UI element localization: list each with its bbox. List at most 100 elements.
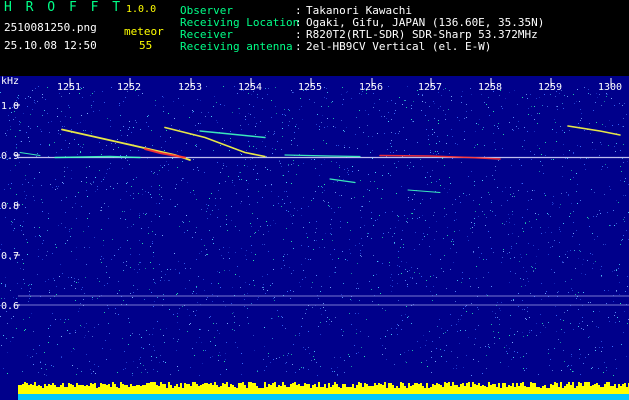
noise-speck — [148, 227, 149, 228]
noise-speck — [131, 186, 132, 187]
noise-speck — [175, 269, 176, 270]
noise-speck — [562, 262, 563, 263]
noise-speck — [237, 266, 238, 267]
noise-speck — [613, 301, 614, 302]
noise-speck — [326, 321, 327, 322]
noise-speck — [475, 338, 476, 339]
noise-speck — [128, 129, 129, 130]
noise-speck — [155, 100, 156, 101]
noise-speck — [120, 247, 121, 248]
noise-speck — [99, 281, 100, 282]
baseline-bar — [182, 388, 184, 394]
noise-speck — [6, 338, 7, 339]
noise-speck — [341, 195, 342, 196]
noise-speck — [580, 374, 581, 375]
noise-speck — [482, 211, 483, 212]
noise-speck — [76, 282, 77, 283]
noise-speck — [282, 199, 283, 200]
baseline-bar — [56, 387, 58, 394]
noise-speck — [509, 122, 510, 123]
noise-speck — [133, 224, 134, 225]
noise-speck — [534, 106, 535, 107]
noise-speck — [32, 109, 33, 110]
noise-speck — [71, 251, 72, 252]
noise-speck — [405, 269, 406, 270]
noise-speck — [581, 273, 582, 274]
noise-speck — [263, 359, 264, 360]
noise-speck — [152, 145, 153, 146]
noise-speck — [510, 271, 511, 272]
noise-speck — [366, 319, 367, 320]
noise-speck — [105, 340, 106, 341]
noise-speck — [297, 145, 298, 146]
noise-speck — [123, 369, 124, 370]
baseline-bar — [262, 388, 264, 394]
noise-speck — [592, 268, 593, 269]
noise-speck — [491, 248, 492, 249]
baseline-bar — [410, 386, 412, 394]
noise-speck — [604, 101, 605, 102]
noise-speck — [237, 165, 238, 166]
noise-speck — [582, 264, 583, 265]
noise-speck — [119, 105, 120, 106]
baseline-bar — [134, 386, 136, 394]
noise-speck — [56, 186, 57, 187]
noise-speck — [479, 257, 480, 258]
baseline-bar — [50, 385, 52, 394]
noise-speck — [155, 234, 156, 235]
noise-speck — [290, 214, 291, 215]
noise-speck — [409, 168, 410, 169]
noise-speck — [375, 220, 376, 221]
noise-speck — [348, 354, 349, 355]
noise-speck — [254, 285, 255, 286]
baseline-bar — [456, 385, 458, 394]
noise-speck — [588, 337, 589, 338]
noise-speck — [580, 354, 581, 355]
noise-speck — [450, 248, 451, 249]
noise-speck — [255, 232, 256, 233]
noise-speck — [421, 276, 422, 277]
noise-speck — [329, 206, 330, 207]
noise-speck — [244, 294, 245, 295]
noise-speck — [394, 233, 395, 234]
noise-speck — [300, 286, 301, 287]
noise-speck — [598, 368, 599, 369]
noise-speck — [502, 148, 503, 149]
noise-speck — [513, 357, 514, 358]
baseline-bar — [560, 382, 562, 394]
noise-speck — [101, 262, 102, 263]
noise-speck — [426, 280, 427, 281]
noise-speck — [360, 253, 361, 254]
noise-speck — [189, 324, 190, 325]
noise-speck — [154, 301, 155, 302]
noise-speck — [359, 93, 360, 94]
noise-speck — [441, 356, 442, 357]
noise-speck — [557, 109, 558, 110]
noise-speck — [30, 128, 31, 129]
noise-speck — [495, 317, 496, 318]
noise-speck — [365, 110, 366, 111]
noise-speck — [48, 342, 49, 343]
baseline-bar — [248, 382, 250, 394]
noise-speck — [594, 239, 595, 240]
baseline-bar — [384, 382, 386, 394]
noise-speck — [511, 300, 512, 301]
noise-speck — [420, 159, 421, 160]
noise-speck — [411, 213, 412, 214]
noise-speck — [99, 142, 100, 143]
noise-speck — [29, 317, 30, 318]
noise-speck — [555, 306, 556, 307]
noise-speck — [431, 351, 432, 352]
noise-speck — [539, 171, 540, 172]
noise-speck — [599, 347, 600, 348]
noise-speck — [194, 355, 195, 356]
noise-speck — [160, 165, 161, 166]
noise-speck — [27, 254, 28, 255]
noise-speck — [356, 329, 357, 330]
noise-speck — [554, 119, 555, 120]
noise-speck — [525, 318, 526, 319]
noise-speck — [616, 270, 617, 271]
noise-speck — [17, 97, 18, 98]
baseline-bar — [614, 384, 616, 394]
noise-speck — [226, 342, 227, 343]
